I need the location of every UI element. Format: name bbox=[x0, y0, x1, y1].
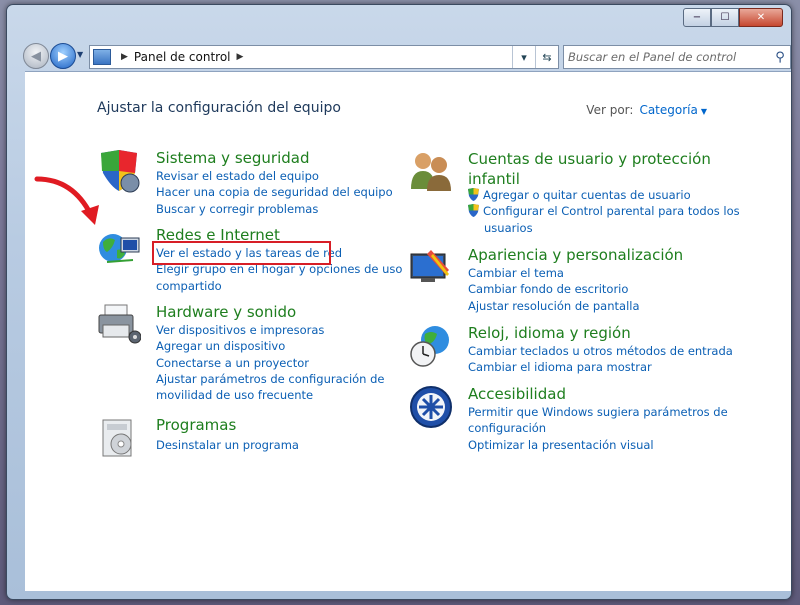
page-title: Ajustar la configuración del equipo bbox=[97, 100, 341, 116]
refresh-icon: ⇆ bbox=[542, 50, 552, 64]
search-box[interactable]: ⚲ bbox=[563, 45, 791, 69]
network-globe-icon bbox=[99, 234, 140, 263]
link-add-remove-accounts[interactable]: Agregar o quitar cuentas de usuario bbox=[468, 187, 740, 203]
programs-box-icon bbox=[102, 419, 132, 457]
uac-shield-icon bbox=[468, 204, 479, 218]
category-title[interactable]: Hardware y sonido bbox=[156, 303, 296, 321]
chevron-down-icon: ▼ bbox=[77, 50, 84, 59]
category-title[interactable]: Reloj, idioma y región bbox=[468, 324, 631, 342]
refresh-button[interactable]: ⇆ bbox=[535, 46, 558, 68]
users-icon bbox=[411, 153, 451, 191]
link-review-status[interactable]: Revisar el estado del equipo bbox=[156, 168, 393, 184]
back-button[interactable]: ◀ bbox=[23, 43, 49, 69]
link-desktop-background[interactable]: Cambiar fondo de escritorio bbox=[468, 281, 640, 297]
forward-arrow-icon: ▶ bbox=[58, 48, 68, 64]
link-parental-control-cont[interactable]: usuarios bbox=[468, 220, 740, 236]
link-mobility-settings-cont[interactable]: movilidad de uso frecuente bbox=[156, 387, 385, 403]
category-title[interactable]: Sistema y seguridad bbox=[156, 149, 309, 167]
window-caption-buttons: − ☐ ✕ bbox=[683, 8, 783, 27]
category-title[interactable]: Programas bbox=[156, 416, 236, 434]
address-bar[interactable]: ▶ Panel de control ▶ ▾ ⇆ bbox=[89, 45, 559, 69]
category-title-line2[interactable]: infantil bbox=[468, 169, 711, 189]
category-title[interactable]: Apariencia y personalización bbox=[468, 246, 683, 264]
highlight-box bbox=[152, 241, 331, 265]
clock-globe-icon bbox=[410, 326, 449, 367]
accessibility-icon bbox=[410, 386, 452, 428]
link-mobility-settings[interactable]: Ajustar parámetros de configuración de bbox=[156, 371, 385, 387]
control-panel-icon bbox=[93, 49, 111, 65]
monitor-paint-icon bbox=[410, 250, 449, 282]
link-parental-control-text[interactable]: Configurar el Control parental para todo… bbox=[483, 204, 740, 218]
breadcrumb-separator-icon[interactable]: ▶ bbox=[121, 52, 128, 62]
link-change-theme[interactable]: Cambiar el tema bbox=[468, 265, 640, 281]
view-by-dropdown[interactable]: Categoría bbox=[639, 103, 697, 117]
category-title[interactable]: Cuentas de usuario y protección infantil bbox=[468, 149, 711, 189]
maximize-button[interactable]: ☐ bbox=[711, 8, 739, 27]
link-display-language[interactable]: Cambiar el idioma para mostrar bbox=[468, 359, 733, 375]
chevron-down-icon: ▾ bbox=[521, 50, 527, 64]
breadcrumb-control-panel[interactable]: Panel de control bbox=[134, 50, 231, 64]
link-add-remove-accounts-text[interactable]: Agregar o quitar cuentas de usuario bbox=[483, 188, 691, 202]
close-button[interactable]: ✕ bbox=[739, 8, 783, 27]
control-panel-window: − ☐ ✕ ◀ ▶ ▼ ▶ Panel de control ▶ ▾ ⇆ ⚲ A… bbox=[6, 4, 792, 600]
link-uninstall-program[interactable]: Desinstalar un programa bbox=[156, 437, 299, 453]
view-by-control: Ver por: Categoría ▼ bbox=[586, 103, 707, 117]
back-arrow-icon: ◀ bbox=[31, 48, 41, 64]
link-backup[interactable]: Hacer una copia de seguridad del equipo bbox=[156, 184, 393, 200]
search-input[interactable] bbox=[564, 49, 770, 65]
link-troubleshoot[interactable]: Buscar y corregir problemas bbox=[156, 201, 393, 217]
link-windows-suggest-settings-cont[interactable]: configuración bbox=[468, 420, 728, 436]
breadcrumb-chevron-icon[interactable]: ▶ bbox=[237, 52, 244, 62]
link-optimize-visual[interactable]: Optimizar la presentación visual bbox=[468, 437, 728, 453]
link-projector[interactable]: Conectarse a un proyector bbox=[156, 355, 385, 371]
annotation-arrow-icon bbox=[34, 176, 99, 225]
link-screen-resolution[interactable]: Ajustar resolución de pantalla bbox=[468, 298, 640, 314]
minimize-button[interactable]: − bbox=[683, 8, 711, 27]
chevron-down-icon[interactable]: ▼ bbox=[701, 107, 707, 116]
link-change-keyboards[interactable]: Cambiar teclados u otros métodos de entr… bbox=[468, 343, 733, 359]
address-dropdown-button[interactable]: ▾ bbox=[512, 46, 535, 68]
category-title-line1[interactable]: Cuentas de usuario y protección bbox=[468, 149, 711, 169]
navigation-bar: ◀ ▶ ▼ ▶ Panel de control ▶ ▾ ⇆ ⚲ bbox=[21, 40, 791, 69]
link-devices-printers[interactable]: Ver dispositivos e impresoras bbox=[156, 322, 385, 338]
link-homegroup-cont[interactable]: compartido bbox=[156, 278, 402, 294]
link-add-device[interactable]: Agregar un dispositivo bbox=[156, 338, 385, 354]
view-by-label: Ver por: bbox=[586, 103, 634, 117]
main-content: Ajustar la configuración del equipo Ver … bbox=[25, 71, 791, 591]
category-title[interactable]: Accesibilidad bbox=[468, 385, 566, 403]
printer-icon bbox=[98, 304, 141, 344]
forward-button[interactable]: ▶ bbox=[50, 43, 76, 69]
link-windows-suggest-settings[interactable]: Permitir que Windows sugiera parámetros … bbox=[468, 404, 728, 420]
search-icon[interactable]: ⚲ bbox=[770, 50, 790, 65]
link-parental-control[interactable]: Configurar el Control parental para todo… bbox=[468, 203, 740, 219]
recent-pages-dropdown[interactable]: ▼ bbox=[77, 50, 83, 59]
uac-shield-icon bbox=[468, 188, 479, 201]
